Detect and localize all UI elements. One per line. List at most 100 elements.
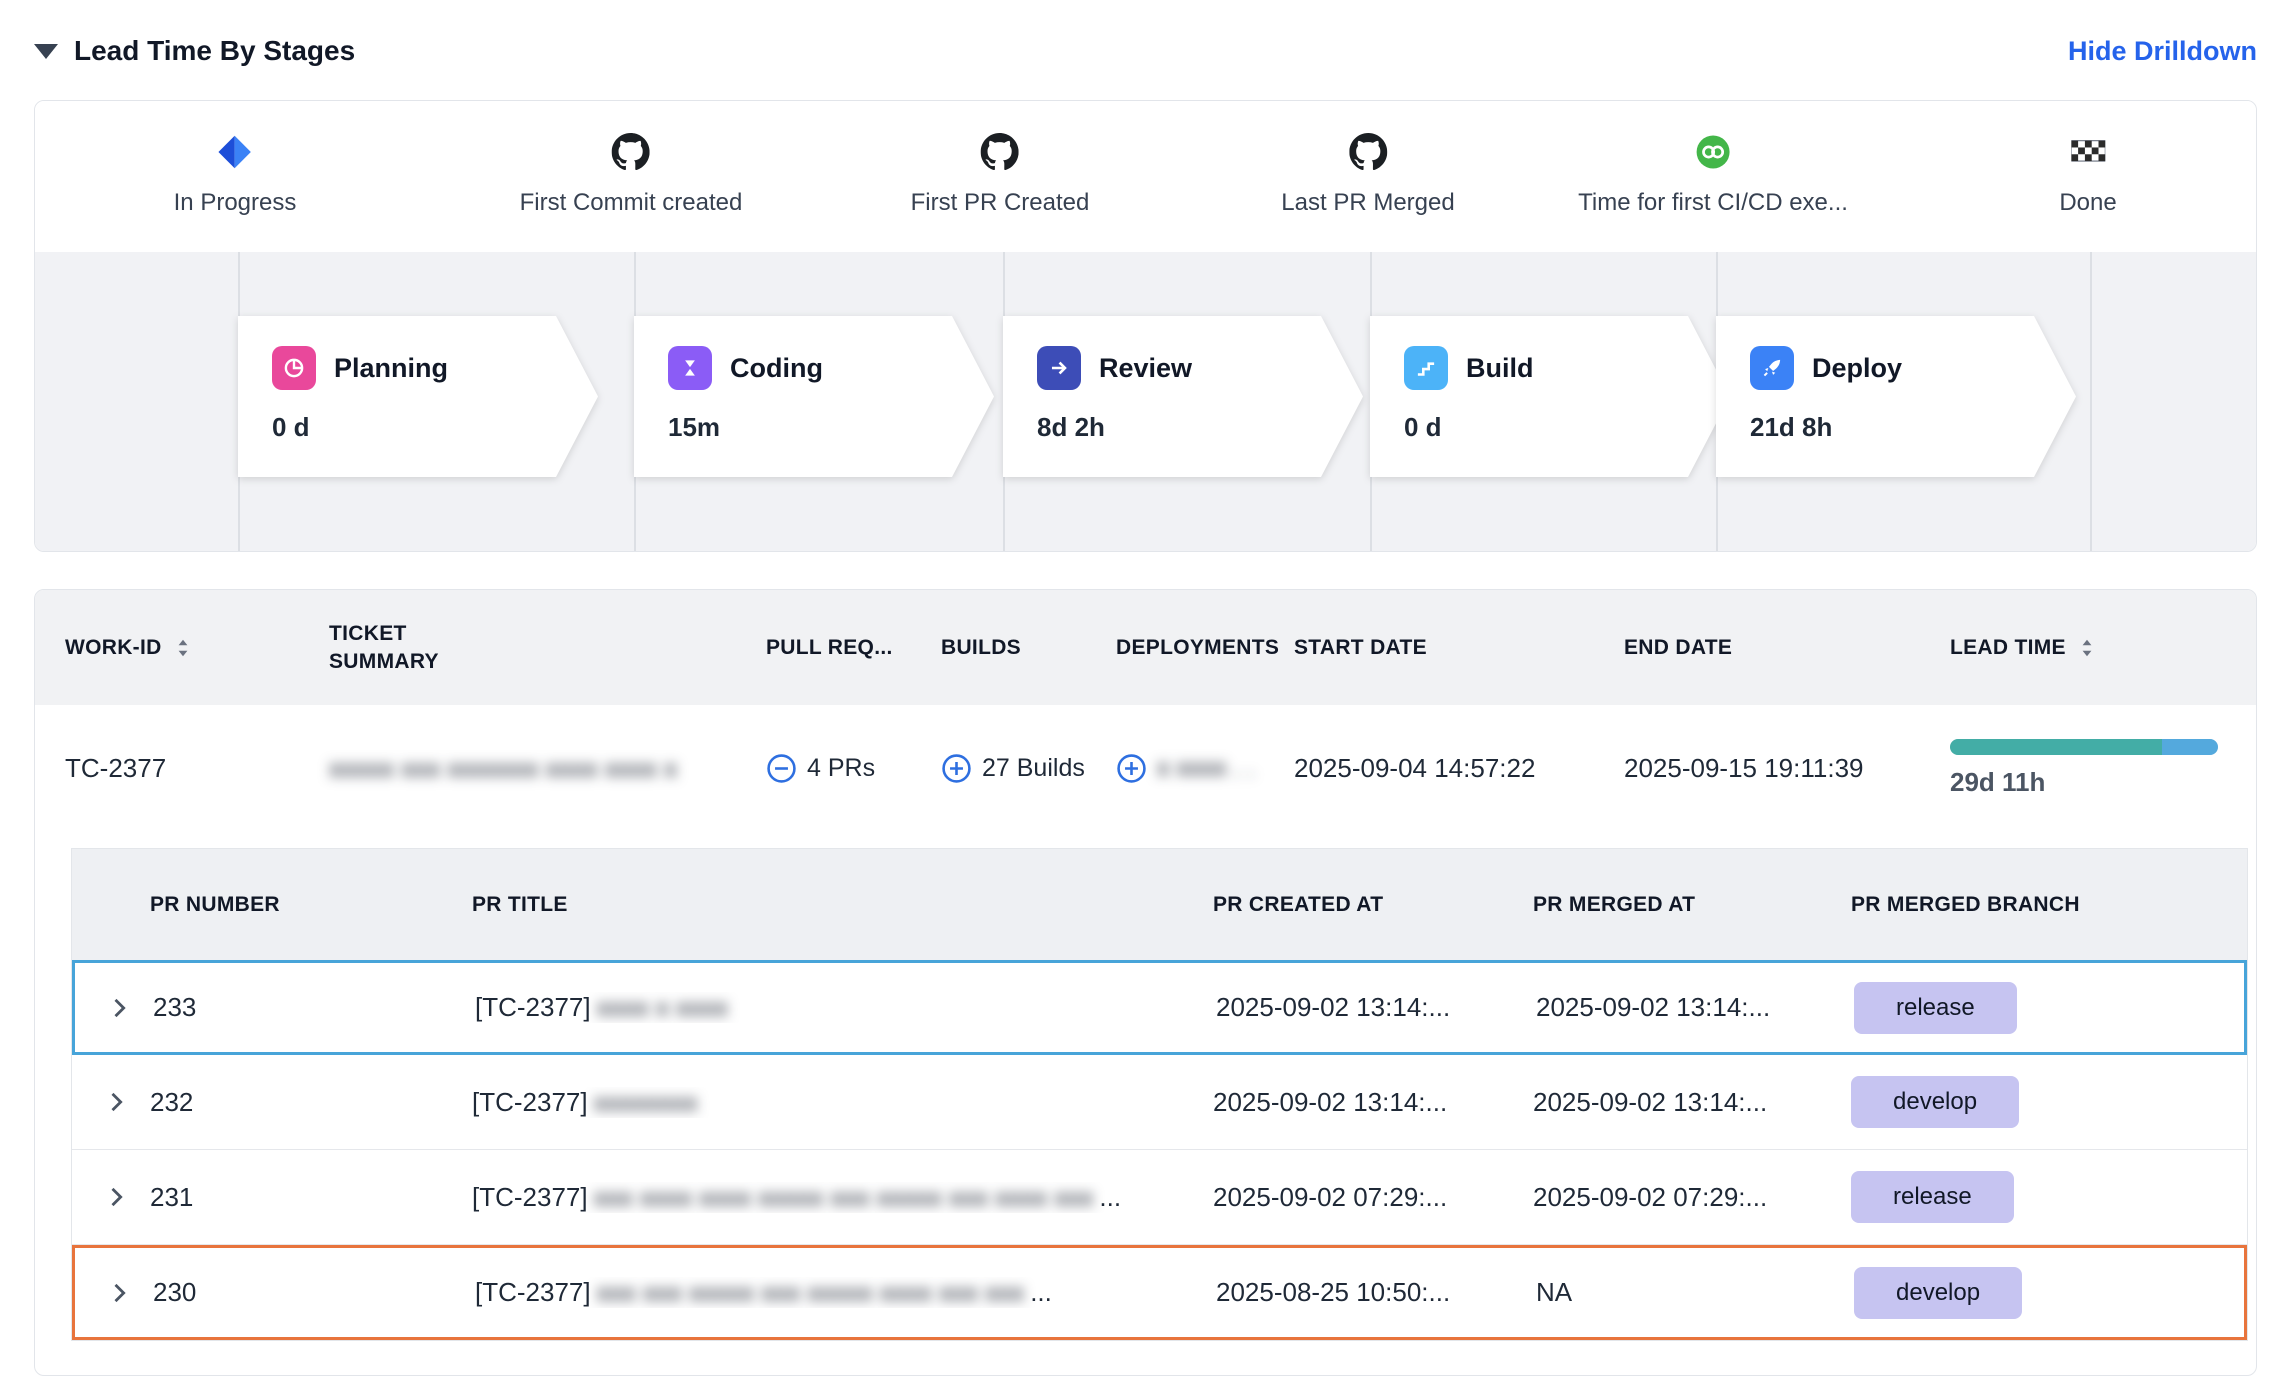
milestone-label: Done xyxy=(2059,189,2116,217)
header-pr-merged-branch: PR MERGED BRANCH xyxy=(1851,890,2247,919)
header-label: END DATE xyxy=(1624,636,1732,660)
pr-title-prefix: [TC-2377] xyxy=(475,1277,591,1308)
pr-merged-at-cell: 2025-09-02 13:14:... xyxy=(1533,1087,1851,1118)
stage-duration: 21d 8h xyxy=(1750,412,2076,443)
pr-title-prefix: [TC-2377] xyxy=(472,1182,588,1213)
pr-number-cell: 232 xyxy=(150,1087,472,1118)
header-label: WORK-ID xyxy=(65,636,162,660)
pull-requests-cell[interactable]: 4 PRs xyxy=(766,753,941,784)
header-pr-merged-at: PR MERGED AT xyxy=(1533,893,1851,917)
review-icon xyxy=(1037,346,1081,390)
expand-chevron-icon[interactable] xyxy=(75,1279,153,1307)
lead-bar-segment-teal xyxy=(1950,739,2162,755)
lead-time-cell: 29d 11h xyxy=(1950,739,2226,798)
stage-duration: 8d 2h xyxy=(1037,412,1363,443)
collapse-toggle-icon[interactable] xyxy=(34,44,58,59)
pr-row-233[interactable]: 233 [TC-2377] xxxx x xxxx 2025-09-02 13:… xyxy=(72,960,2247,1055)
pull-requests-count: 4 PRs xyxy=(807,754,875,783)
header-label: BUILDS xyxy=(941,636,1021,660)
header-start-date: START DATE xyxy=(1294,636,1624,660)
header-pull-requests: PULL REQ... xyxy=(766,636,941,660)
header-end-date: END DATE xyxy=(1624,636,1950,660)
start-date-cell: 2025-09-04 14:57:22 xyxy=(1294,753,1624,784)
plus-circle-icon[interactable] xyxy=(1116,753,1147,784)
milestone-label: First Commit created xyxy=(520,189,743,217)
work-item-row[interactable]: TC-2377 xxxxx xxx xxxxxxx xxxx xxxx x 4 … xyxy=(35,705,2256,832)
pr-merged-branch-cell: develop xyxy=(1854,1267,2244,1319)
header-pr-title: PR TITLE xyxy=(472,893,1213,917)
pr-title-cell: [TC-2377] xxxxxxxx xyxy=(472,1087,1213,1118)
milestone-label: Time for first CI/CD exe... xyxy=(1578,189,1848,217)
redacted-text: xxxxx xxx xxxxxxx xxxx xxxx x xyxy=(329,753,677,783)
sort-icon[interactable] xyxy=(172,637,194,659)
milestone-label: First PR Created xyxy=(911,189,1090,217)
github-icon xyxy=(612,131,650,173)
deployments-cell[interactable]: x xxxx . . xyxy=(1116,753,1294,784)
stage-name: Deploy xyxy=(1812,353,1902,384)
work-id-cell: TC-2377 xyxy=(65,753,329,784)
pr-title-cell: [TC-2377] xxxx x xxxx xyxy=(475,992,1216,1023)
header-label: START DATE xyxy=(1294,636,1427,660)
end-date-cell: 2025-09-15 19:11:39 xyxy=(1624,753,1950,784)
deploy-rocket-icon xyxy=(1750,346,1794,390)
milestone-label: In Progress xyxy=(174,189,297,217)
stage-duration: 0 d xyxy=(272,412,598,443)
header-pr-created-at: PR CREATED AT xyxy=(1213,893,1533,917)
redacted-text: xxxxxxxx xyxy=(594,1087,698,1118)
expand-chevron-icon[interactable] xyxy=(72,1183,150,1211)
builds-cell[interactable]: 27 Builds xyxy=(941,753,1116,784)
pr-number-cell: 231 xyxy=(150,1182,472,1213)
branch-badge: develop xyxy=(1854,1267,2022,1319)
header-label: PULL REQ... xyxy=(766,636,893,660)
header-lead-time[interactable]: LEAD TIME xyxy=(1950,636,2226,660)
milestone-in-progress: In Progress xyxy=(174,131,297,217)
header-work-id[interactable]: WORK-ID xyxy=(65,636,329,660)
in-progress-diamond-icon xyxy=(217,131,253,173)
pr-created-at-cell: 2025-08-25 10:50:... xyxy=(1216,1277,1536,1308)
stage-coding: Coding 15m xyxy=(634,316,994,477)
work-table-header: WORK-ID TICKET SUMMARY PULL REQ... BUILD… xyxy=(35,590,2256,705)
page-title: Lead Time By Stages xyxy=(74,35,355,67)
milestones-row: In Progress First Commit created First P… xyxy=(35,101,2256,252)
milestone-first-commit: First Commit created xyxy=(520,131,743,217)
header-label: DEPLOYMENTS xyxy=(1116,636,1279,660)
header-ticket-summary: TICKET SUMMARY xyxy=(329,620,766,675)
milestone-done: Done xyxy=(2059,131,2116,217)
pr-table-header: PR NUMBER PR TITLE PR CREATED AT PR MERG… xyxy=(72,849,2247,960)
header-pr-number: PR NUMBER xyxy=(72,893,472,917)
panel-header: Lead Time By Stages Hide Drilldown xyxy=(34,22,2257,80)
pr-title-suffix: ... xyxy=(1099,1182,1121,1213)
pr-merged-branch-cell: develop xyxy=(1851,1076,2247,1128)
stage-duration: 15m xyxy=(668,412,994,443)
pr-row-232[interactable]: 232 [TC-2377] xxxxxxxx 2025-09-02 13:14:… xyxy=(72,1055,2247,1150)
hide-drilldown-link[interactable]: Hide Drilldown xyxy=(2068,36,2257,67)
redacted-text: xxx xxxx xxxx xxxxx xxx xxxxx xxx xxxx x… xyxy=(594,1182,1094,1213)
header-label: LEAD TIME xyxy=(1950,636,2066,660)
pr-created-at-cell: 2025-09-02 13:14:... xyxy=(1216,992,1536,1023)
minus-circle-icon[interactable] xyxy=(766,753,797,784)
pr-number-cell: 230 xyxy=(153,1277,475,1308)
stage-name: Coding xyxy=(730,353,823,384)
stage-planning: Planning 0 d xyxy=(238,316,598,477)
branch-badge: develop xyxy=(1851,1076,2019,1128)
build-icon xyxy=(1404,346,1448,390)
pr-row-231[interactable]: 231 [TC-2377] xxx xxxx xxxx xxxxx xxx xx… xyxy=(72,1150,2247,1245)
milestone-cicd: Time for first CI/CD exe... xyxy=(1578,131,1848,217)
lead-bar-segment-blue xyxy=(2162,739,2218,755)
planning-icon xyxy=(272,346,316,390)
pr-merged-branch-cell: release xyxy=(1854,982,2244,1034)
lead-time-bar xyxy=(1950,739,2218,755)
checkered-flag-icon xyxy=(2071,131,2105,173)
pr-row-230[interactable]: 230 [TC-2377] xxx xxx xxxxx xxx xxxxx xx… xyxy=(72,1245,2247,1340)
sort-icon[interactable] xyxy=(2076,637,2098,659)
stage-deploy: Deploy 21d 8h xyxy=(1716,316,2076,477)
lead-time-by-stages-panel: Lead Time By Stages Hide Drilldown In Pr… xyxy=(0,0,2291,1376)
plus-circle-icon[interactable] xyxy=(941,753,972,784)
expand-chevron-icon[interactable] xyxy=(72,1088,150,1116)
redacted-text: xxx xxx xxxxx xxx xxxxx xxxx xxx xxx xyxy=(597,1277,1025,1308)
work-items-table: WORK-ID TICKET SUMMARY PULL REQ... BUILD… xyxy=(34,589,2257,1376)
expand-chevron-icon[interactable] xyxy=(75,994,153,1022)
stages-card: In Progress First Commit created First P… xyxy=(34,100,2257,552)
pr-merged-branch-cell: release xyxy=(1851,1171,2247,1223)
pr-table: PR NUMBER PR TITLE PR CREATED AT PR MERG… xyxy=(71,848,2248,1341)
